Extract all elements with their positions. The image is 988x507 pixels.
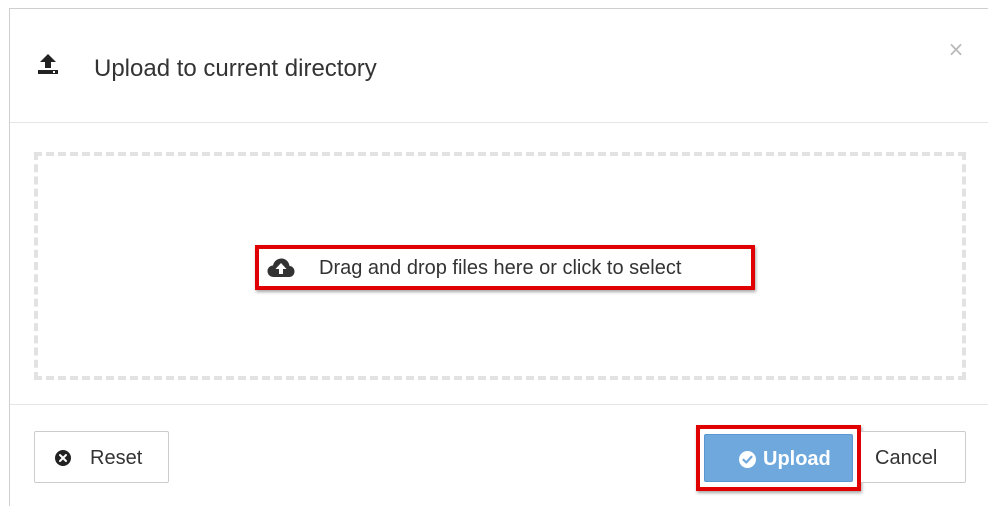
dialog-title: Upload to current directory (94, 55, 377, 82)
cancel-button[interactable]: Cancel (861, 431, 966, 483)
close-icon[interactable]: × (945, 38, 967, 60)
reset-label: Reset (90, 447, 143, 469)
upload-icon (37, 53, 59, 75)
dialog-body: Drag and drop files here or click to sel… (10, 123, 988, 405)
dialog-footer: Reset Upload Cancel (10, 405, 988, 507)
cloud-upload-icon (267, 257, 295, 279)
reset-button[interactable]: Reset (34, 431, 169, 483)
check-circle-icon (739, 451, 756, 468)
file-dropzone[interactable]: Drag and drop files here or click to sel… (34, 152, 966, 380)
upload-button[interactable]: Upload (704, 434, 853, 482)
times-circle-icon (55, 450, 71, 466)
dropzone-prompt[interactable]: Drag and drop files here or click to sel… (255, 245, 755, 290)
upload-dialog: Upload to current directory × Drag and d… (9, 8, 988, 506)
dropzone-text: Drag and drop files here or click to sel… (319, 257, 682, 279)
upload-label: Upload (763, 448, 831, 470)
dialog-header: Upload to current directory × (10, 9, 988, 123)
cancel-label: Cancel (875, 447, 938, 469)
